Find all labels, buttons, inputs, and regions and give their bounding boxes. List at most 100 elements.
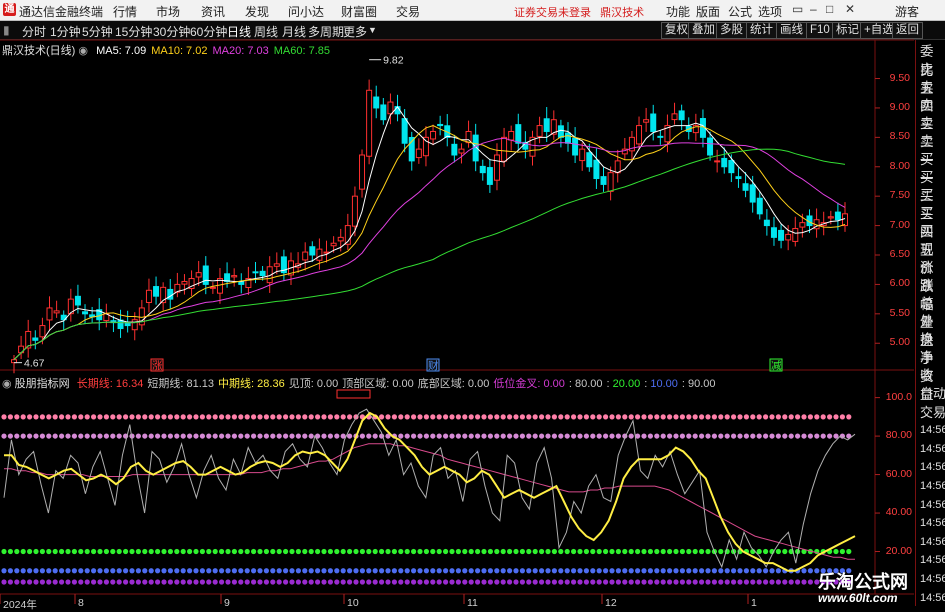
period-15min[interactable]: 15分钟 (115, 23, 152, 40)
level-dot-20 (84, 548, 90, 555)
level-dot-10 (385, 568, 391, 574)
candle-body (472, 134, 479, 162)
menu-zixun[interactable]: 资讯 (201, 3, 225, 20)
indicator-settings-icon[interactable]: ◉ (78, 45, 88, 57)
level-dot-20 (295, 548, 301, 555)
level-dot-80 (167, 433, 173, 439)
f10-button[interactable]: F10 (806, 22, 834, 39)
level-dot-0 (257, 579, 263, 585)
menu-shichang[interactable]: 市场 (156, 3, 180, 20)
candle-body (458, 148, 465, 154)
level-dot-20 (667, 548, 673, 555)
level-dot-20 (807, 548, 814, 555)
candle-body (266, 266, 273, 284)
mark-button[interactable]: 标记 (832, 22, 863, 39)
level-dot-80 (91, 433, 97, 439)
trade-login-text[interactable]: 证券交易未登录 (514, 7, 591, 19)
price-tick-label: 5.00 (889, 336, 910, 349)
level-dot-0 (270, 579, 276, 585)
level-dot-10 (148, 568, 154, 574)
level-dot-90 (833, 414, 839, 420)
level-dot-10 (641, 568, 647, 574)
candle-body (792, 228, 799, 242)
level-dot-90 (167, 414, 173, 420)
menu-banmian[interactable]: 版面 (696, 3, 720, 20)
date-tick-label: 9 (224, 597, 230, 609)
level-dot-90 (590, 414, 596, 420)
level-dot-10 (263, 568, 269, 574)
event-marker-box (150, 358, 164, 372)
level-dot-0 (84, 579, 90, 585)
level-dot-90 (225, 414, 231, 420)
level-dot-10 (423, 568, 429, 574)
menu-wenxiaoda[interactable]: 问小达 (288, 3, 324, 20)
period-30min[interactable]: 30分钟 (153, 23, 190, 40)
candle-body (74, 295, 81, 306)
level-dot-20 (756, 548, 762, 555)
period-weekly[interactable]: 周线 (254, 23, 278, 40)
multi-stock-button[interactable]: 多股 (716, 22, 747, 39)
overlay-button[interactable]: 叠加 (688, 22, 719, 39)
draw-line-button[interactable]: 画线 (776, 22, 807, 39)
level-dot-20 (14, 548, 20, 555)
period-more[interactable]: 更多 (343, 23, 367, 40)
close-icon[interactable]: ✕ (845, 2, 855, 16)
level-dot-20 (142, 548, 148, 555)
level-dot-0 (353, 579, 359, 585)
level-dot-20 (699, 548, 705, 555)
candle-body (451, 143, 458, 156)
menu-jiaoyi[interactable]: 交易 (396, 3, 420, 20)
period-60min[interactable]: 60分钟 (190, 23, 227, 40)
level-dot-20 (526, 548, 532, 555)
candle-body (543, 118, 550, 132)
candle-body (89, 314, 96, 318)
back-button[interactable]: 返回 (892, 22, 923, 39)
level-dot-0 (123, 579, 129, 585)
period-monthly[interactable]: 月线 (282, 23, 306, 40)
screen-icon[interactable]: ▭ (792, 2, 803, 16)
trade-login-notice[interactable]: 证券交易未登录 鼎汉技术 (514, 4, 644, 20)
level-dot-20 (500, 548, 506, 555)
chevron-down-icon[interactable]: ▼ (368, 25, 377, 35)
level-dot-90 (769, 414, 775, 420)
menu-caifuquan[interactable]: 财富圈 (341, 3, 377, 20)
period-multi[interactable]: 多周期 (308, 23, 344, 40)
period-list-icon[interactable]: ▮ (3, 23, 10, 37)
candle-body (337, 236, 344, 242)
indicator-name-2: 中期线: (218, 378, 258, 390)
level-dot-20 (705, 548, 711, 555)
level-dot-10 (737, 568, 743, 574)
indicator-settings-icon-2[interactable]: ◉ (2, 378, 12, 390)
stats-button[interactable]: 统计 (746, 22, 777, 39)
candle-body (160, 286, 167, 304)
level-dot-90 (193, 414, 199, 420)
period-daily[interactable]: 日线 (227, 23, 251, 40)
guest-login[interactable]: 游客 (895, 3, 919, 20)
level-dot-20 (455, 548, 461, 555)
level-dot-80 (417, 433, 423, 439)
level-dot-80 (212, 433, 218, 439)
level-dot-90 (615, 414, 622, 420)
period-1min[interactable]: 1分钟 (50, 23, 81, 40)
minimize-icon[interactable]: – (810, 2, 817, 16)
menu-gongshi[interactable]: 公式 (728, 3, 752, 20)
level-dot-0 (801, 579, 807, 585)
menu-hangqing[interactable]: 行情 (113, 3, 137, 20)
period-5min[interactable]: 5分钟 (82, 23, 113, 40)
level-dot-90 (711, 414, 718, 420)
menu-gongneng[interactable]: 功能 (666, 3, 690, 20)
level-dot-80 (7, 433, 13, 439)
level-dot-80 (116, 433, 122, 439)
level-dot-10 (379, 568, 385, 574)
indicator-value-7: : 80.00 (568, 378, 603, 390)
quote-panel[interactable]: 委比 卖五 卖四 卖三 卖二 卖一 买一 买二 买三 买四 买五 现价 涨跌 涨幅 总量 外盘 换手 净资 收益 自… (915, 40, 945, 606)
level-dot-20 (590, 548, 596, 555)
level-dot-10 (443, 568, 449, 574)
menu-faxian[interactable]: 发现 (245, 3, 269, 20)
candle-body (209, 286, 216, 289)
level-dot-80 (84, 433, 90, 439)
menu-xuanxiang[interactable]: 选项 (758, 3, 782, 20)
maximize-icon[interactable]: □ (826, 2, 833, 16)
level-dot-90 (308, 414, 314, 420)
period-fenshi[interactable]: 分时 (22, 23, 46, 40)
